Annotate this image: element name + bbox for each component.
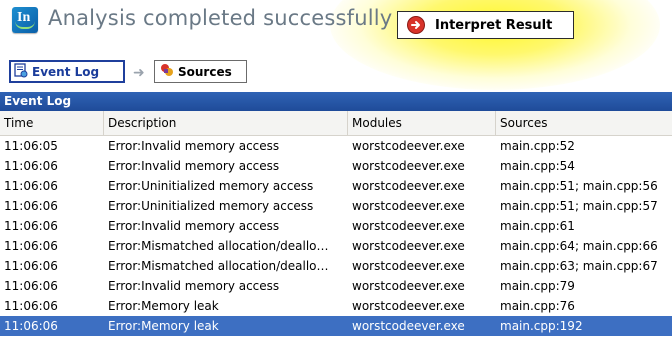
- cell-module: worstcodeever.exe: [352, 139, 465, 153]
- table-row[interactable]: 11:06:06 Error:Uninitialized memory acce…: [0, 176, 672, 196]
- cell-description: Error:Memory leak: [108, 319, 219, 333]
- interpret-arrow-icon: [407, 16, 425, 34]
- cell-time: 11:06:06: [4, 219, 58, 233]
- cell-description: Error:Uninitialized memory access: [108, 199, 314, 213]
- cell-description: Error:Invalid memory access: [108, 159, 280, 173]
- cell-sources: main.cpp:51; main.cpp:57: [500, 199, 658, 213]
- cell-time: 11:06:06: [4, 239, 58, 253]
- cell-description: Error:Mismatched allocation/deallo…: [108, 259, 329, 273]
- cell-module: worstcodeever.exe: [352, 219, 465, 233]
- cell-sources: main.cpp:192: [500, 319, 583, 333]
- status-bar: In Analysis completed successfully Inter…: [0, 0, 672, 90]
- cell-time: 11:06:06: [4, 299, 58, 313]
- event-log-icon: [14, 62, 28, 81]
- cell-module: worstcodeever.exe: [352, 199, 465, 213]
- cell-module: worstcodeever.exe: [352, 319, 465, 333]
- table-body: 11:06:05 Error:Invalid memory access wor…: [0, 136, 672, 336]
- cell-module: worstcodeever.exe: [352, 239, 465, 253]
- column-header-modules[interactable]: Modules: [348, 111, 496, 135]
- table-row[interactable]: 11:06:06 Error:Memory leak worstcodeever…: [0, 296, 672, 316]
- cell-sources: main.cpp:54: [500, 159, 575, 173]
- cell-description: Error:Invalid memory access: [108, 139, 280, 153]
- interpret-result-label: Interpret Result: [435, 17, 553, 33]
- cell-sources: main.cpp:61: [500, 219, 575, 233]
- cell-time: 11:06:06: [4, 279, 58, 293]
- cell-description: Error:Invalid memory access: [108, 279, 280, 293]
- table-row[interactable]: 11:06:06 Error:Uninitialized memory acce…: [0, 196, 672, 216]
- cell-sources: main.cpp:64; main.cpp:66: [500, 239, 658, 253]
- status-title: Analysis completed successfully: [48, 6, 393, 30]
- cell-description: Error:Mismatched allocation/deallo…: [108, 239, 329, 253]
- view-tabbar: Event Log ➜ Sources: [0, 52, 672, 88]
- arrow-right-icon: ➜: [133, 65, 145, 81]
- event-log-table: Time Description Modules Sources 11:06:0…: [0, 111, 672, 348]
- panel-title: Event Log: [0, 92, 672, 111]
- table-row[interactable]: 11:06:05 Error:Invalid memory access wor…: [0, 136, 672, 156]
- cell-description: Error:Invalid memory access: [108, 219, 280, 233]
- tab-event-log[interactable]: Event Log: [9, 60, 125, 83]
- logo-swoosh: [15, 21, 35, 29]
- cell-time: 11:06:05: [4, 139, 58, 153]
- app-logo-icon: In: [12, 7, 38, 33]
- cell-sources: main.cpp:76: [500, 299, 575, 313]
- cell-description: Error:Memory leak: [108, 299, 219, 313]
- table-row[interactable]: 11:06:06 Error:Invalid memory access wor…: [0, 276, 672, 296]
- cell-module: worstcodeever.exe: [352, 259, 465, 273]
- tab-sources-label: Sources: [178, 64, 232, 79]
- cell-sources: main.cpp:63; main.cpp:67: [500, 259, 658, 273]
- cell-module: worstcodeever.exe: [352, 279, 465, 293]
- column-header-description[interactable]: Description: [104, 111, 348, 135]
- sources-icon: [160, 63, 174, 80]
- table-header: Time Description Modules Sources: [0, 111, 672, 136]
- cell-time: 11:06:06: [4, 179, 58, 193]
- cell-time: 11:06:06: [4, 319, 58, 333]
- tab-sources[interactable]: Sources: [154, 60, 247, 83]
- cell-sources: main.cpp:51; main.cpp:56: [500, 179, 658, 193]
- table-row[interactable]: 11:06:06 Error:Invalid memory access wor…: [0, 216, 672, 236]
- table-row-selected[interactable]: 11:06:06 Error:Memory leak worstcodeever…: [0, 316, 672, 336]
- cell-time: 11:06:06: [4, 199, 58, 213]
- cell-module: worstcodeever.exe: [352, 159, 465, 173]
- cell-sources: main.cpp:52: [500, 139, 575, 153]
- table-row[interactable]: 11:06:06 Error:Mismatched allocation/dea…: [0, 256, 672, 276]
- interpret-result-button[interactable]: Interpret Result: [397, 11, 574, 39]
- cell-time: 11:06:06: [4, 259, 58, 273]
- tab-event-log-label: Event Log: [32, 64, 100, 79]
- table-row[interactable]: 11:06:06 Error:Invalid memory access wor…: [0, 156, 672, 176]
- cell-description: Error:Uninitialized memory access: [108, 179, 314, 193]
- cell-module: worstcodeever.exe: [352, 179, 465, 193]
- table-row[interactable]: 11:06:06 Error:Mismatched allocation/dea…: [0, 236, 672, 256]
- cell-time: 11:06:06: [4, 159, 58, 173]
- column-header-time[interactable]: Time: [0, 111, 104, 135]
- cell-module: worstcodeever.exe: [352, 299, 465, 313]
- column-header-sources[interactable]: Sources: [496, 111, 672, 135]
- cell-sources: main.cpp:79: [500, 279, 575, 293]
